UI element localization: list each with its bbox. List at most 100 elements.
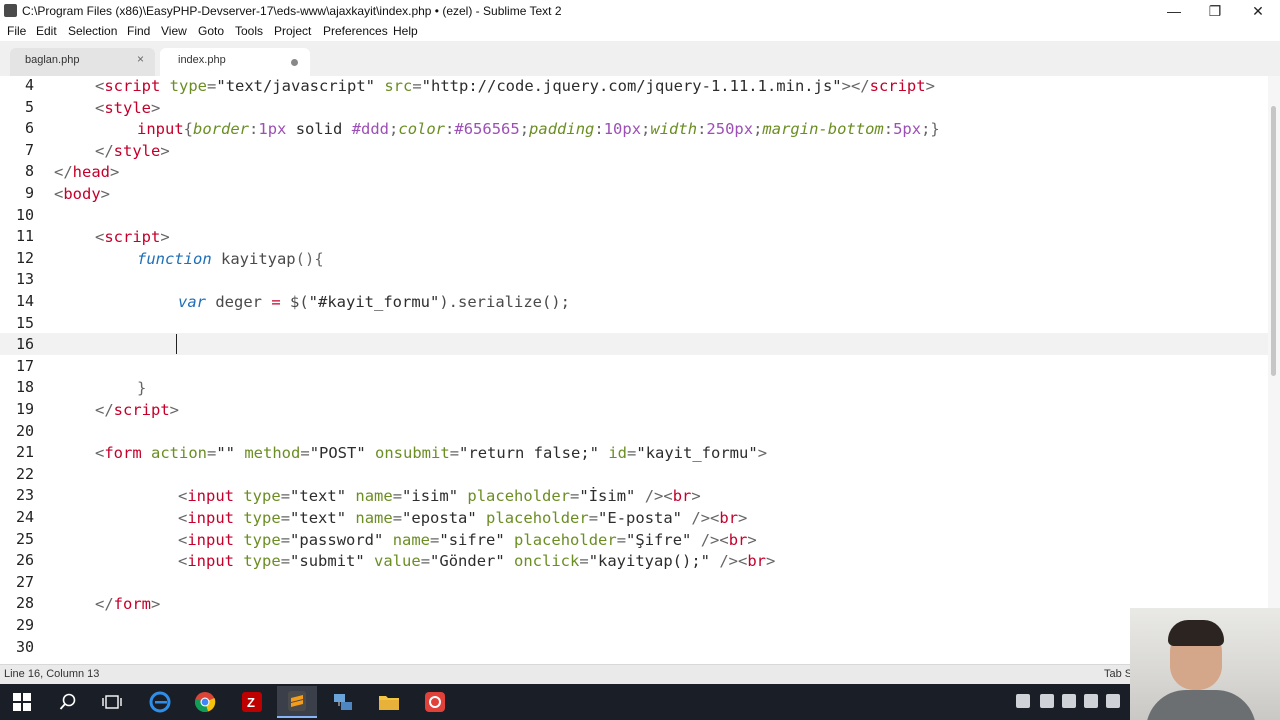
tok: (){ <box>295 249 324 268</box>
tok: method <box>235 444 301 463</box>
line-number: 19 <box>15 400 34 418</box>
tok: placeholder <box>458 487 571 506</box>
tok: = <box>280 552 291 571</box>
tok: : <box>697 120 707 139</box>
code-line-8: </head> <box>54 162 119 184</box>
tok: < <box>178 509 188 527</box>
tok: > <box>160 141 170 160</box>
tok: > <box>160 228 170 247</box>
tok: script <box>104 77 161 95</box>
tok: > <box>766 552 776 571</box>
status-bar: Line 16, Column 13 Tab S <box>0 664 1280 685</box>
line-number: 28 <box>15 594 34 613</box>
code-editor[interactable]: 4 5 6 7 8 9 10 11 12 13 14 15 16 17 18 1… <box>0 76 1268 664</box>
tok: { <box>183 120 194 139</box>
tok: "POST" <box>309 444 366 463</box>
restore-button[interactable]: ❐ <box>1201 2 1229 20</box>
line-number: 9 <box>24 184 34 202</box>
tok: />< <box>710 552 748 571</box>
tok: > <box>757 444 768 463</box>
tok: </ <box>54 163 73 182</box>
windows-start-icon[interactable] <box>2 686 42 718</box>
menu-file[interactable]: File <box>7 24 26 38</box>
tab-index-php[interactable]: index.php <box>160 48 310 76</box>
tok: name <box>346 487 393 506</box>
recorder-icon[interactable] <box>415 686 455 718</box>
svg-text:Z: Z <box>247 695 255 710</box>
menu-edit[interactable]: Edit <box>36 24 57 38</box>
menu-bar: File Edit Selection Find View Goto Tools… <box>0 22 1280 41</box>
tok: width <box>650 120 698 139</box>
windows-taskbar: Z <box>0 684 1280 720</box>
vertical-scrollbar[interactable] <box>1268 76 1280 664</box>
tok: = <box>412 77 422 95</box>
tok: : <box>594 120 604 139</box>
menu-tools[interactable]: Tools <box>235 24 263 38</box>
tok: />< <box>691 530 729 549</box>
network-app-icon[interactable] <box>323 686 363 718</box>
menu-project[interactable]: Project <box>274 24 311 38</box>
tray-icon[interactable] <box>1040 694 1054 708</box>
tok: < <box>178 552 188 571</box>
edge-icon[interactable] <box>140 686 180 718</box>
tok: value <box>364 552 421 571</box>
menu-find[interactable]: Find <box>127 24 150 38</box>
sublime-icon[interactable] <box>277 686 317 718</box>
tok: < <box>95 444 105 463</box>
tab-baglan-php[interactable]: baglan.php × <box>10 48 155 76</box>
tok: function <box>137 249 212 268</box>
tok: = <box>392 509 403 527</box>
tok: "return false;" <box>459 444 600 463</box>
file-explorer-icon[interactable] <box>369 686 409 718</box>
close-icon[interactable]: × <box>137 52 144 66</box>
code-line-25: <input type="password" name="sifre" plac… <box>178 530 757 552</box>
code-line-14: var deger = $("#kayit_formu").serialize(… <box>178 292 570 314</box>
code-line-28: </form> <box>95 594 160 616</box>
close-button[interactable]: ✕ <box>1244 2 1272 20</box>
line-number: 13 <box>15 270 34 289</box>
tok: } <box>137 379 147 398</box>
tok: = <box>300 444 310 463</box>
tok: = <box>616 530 627 549</box>
search-icon[interactable] <box>48 686 88 718</box>
tray-icon[interactable] <box>1106 694 1120 708</box>
tab-size-indicator[interactable]: Tab S <box>1104 668 1132 680</box>
tok: = <box>449 444 460 463</box>
tok: br <box>719 509 739 527</box>
line-number: 20 <box>15 421 34 440</box>
tok: input <box>187 552 235 571</box>
tab-label: index.php <box>178 54 226 66</box>
tok: > <box>925 77 935 95</box>
line-number: 18 <box>15 378 34 397</box>
task-view-icon[interactable] <box>92 686 132 718</box>
menu-goto[interactable]: Goto <box>198 24 224 38</box>
sublime-app-icon <box>4 4 17 17</box>
code-line-23: <input type="text" name="isim" placehold… <box>178 486 701 508</box>
window-title: C:\Program Files (x86)\EasyPHP-Devserver… <box>22 4 562 18</box>
tok: = <box>280 487 291 506</box>
tok: input <box>187 487 235 506</box>
tok: head <box>72 163 110 182</box>
minimize-button[interactable]: — <box>1160 2 1188 20</box>
menu-selection[interactable]: Selection <box>68 24 117 38</box>
tray-icon[interactable] <box>1062 694 1076 708</box>
tok: />< <box>682 509 720 527</box>
menu-help[interactable]: Help <box>393 24 418 38</box>
line-number: 10 <box>15 205 34 224</box>
filezilla-icon[interactable]: Z <box>232 686 272 718</box>
tok: type <box>160 77 208 95</box>
text-cursor <box>176 334 177 354</box>
line-number: 17 <box>15 356 34 375</box>
menu-preferences[interactable]: Preferences <box>323 24 388 38</box>
tray-icon[interactable] <box>1084 694 1098 708</box>
tok: name <box>346 509 393 527</box>
line-number: 24 <box>15 508 34 526</box>
tok: type <box>234 509 281 527</box>
tok: "http://code.jquery.com/jquery-1.11.1.mi… <box>421 77 842 95</box>
tok: "submit" <box>290 552 365 571</box>
menu-view[interactable]: View <box>161 24 187 38</box>
tok: "E-posta" <box>598 509 683 527</box>
scrollbar-thumb[interactable] <box>1271 106 1276 376</box>
chrome-icon[interactable] <box>185 686 225 718</box>
tray-icon[interactable] <box>1016 694 1030 708</box>
